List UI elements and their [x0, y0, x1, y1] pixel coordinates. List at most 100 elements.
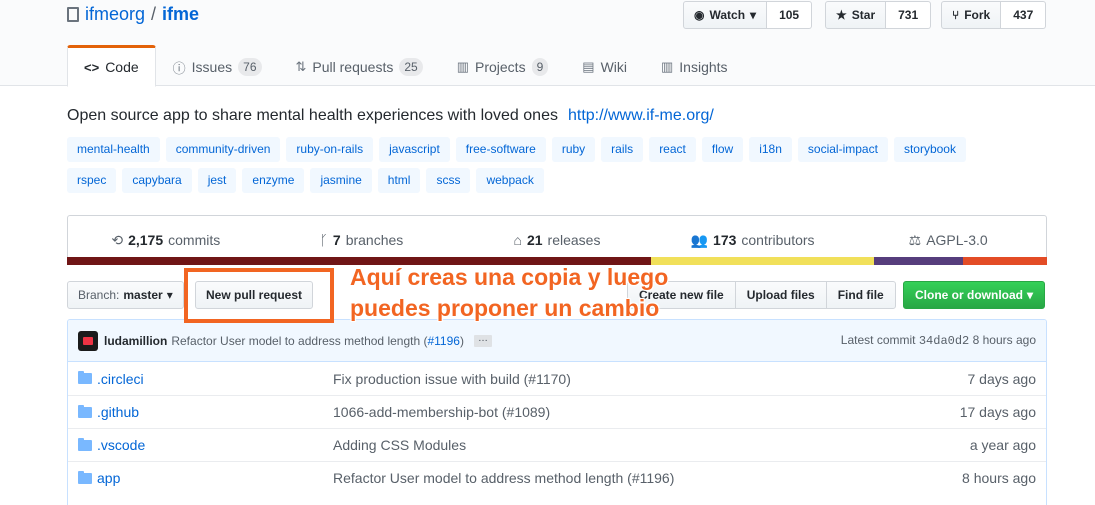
tab-issues[interactable]: ⓘ Issues 76	[156, 45, 279, 87]
commits-count: 2,175	[128, 232, 164, 248]
topic-tag[interactable]: free-software	[455, 137, 546, 162]
book-icon: ▤	[582, 59, 595, 74]
eye-icon: ◉	[694, 8, 705, 22]
language-segment[interactable]	[962, 257, 1047, 265]
fork-count[interactable]: 437	[1001, 1, 1047, 29]
caret-down-icon: ▾	[750, 8, 757, 22]
topic-tag[interactable]: rspec	[67, 168, 117, 193]
repo-icon	[67, 7, 79, 22]
graph-icon: ▥	[661, 59, 674, 74]
expand-commit-button[interactable]: …	[473, 333, 492, 347]
file-commit-message[interactable]: 1066-add-membership-bot (#1089)	[333, 404, 550, 420]
repo-owner-link[interactable]: ifmeorg	[85, 4, 145, 25]
annotation-line-2: puedes proponer un cambio	[350, 295, 660, 321]
avatar[interactable]	[78, 330, 98, 351]
repo-nav-tabs: <> Code ⓘ Issues 76 ⇅ Pull requests 25 ▥ Proje…	[67, 45, 745, 87]
repo-name-link[interactable]: ifme	[162, 4, 199, 25]
annotation-callout: Aquí creas una copia y luego puedes prop…	[350, 262, 668, 324]
releases-count: 21	[526, 232, 543, 248]
file-commit-message[interactable]: Adding CSS Modules	[333, 437, 466, 453]
topic-tag[interactable]: i18n	[749, 137, 792, 162]
topic-tag[interactable]: rails	[601, 137, 644, 162]
branch-select[interactable]: Branch: master ▾	[67, 281, 184, 309]
file-commit-message[interactable]: Fix production issue with build (#1170)	[333, 371, 571, 387]
description-text: Open source app to share mental health e…	[67, 107, 558, 124]
file-name-link[interactable]: .circleci	[97, 371, 144, 387]
watch-count[interactable]: 105	[767, 1, 813, 29]
watch-button[interactable]: ◉ Watch ▾	[683, 1, 768, 29]
contributors-label: contributors	[741, 232, 815, 248]
table-row: .github 1066-add-membership-bot (#1089) 17…	[68, 395, 1046, 428]
tab-pull-requests-label: Pull requests	[312, 59, 394, 75]
project-icon: ▥	[456, 59, 469, 74]
latest-commit-row: ludamillion Refactor User model to addre…	[68, 320, 1046, 362]
homepage-link[interactable]: http://www.if-me.org/	[568, 107, 714, 124]
commit-sha[interactable]: 34da0d2	[919, 334, 969, 348]
language-segment[interactable]	[651, 257, 874, 265]
releases-label: releases	[547, 232, 601, 248]
topic-tag[interactable]: webpack	[476, 168, 544, 193]
topic-tag[interactable]: social-impact	[797, 137, 888, 162]
branch-value: master	[123, 288, 163, 302]
tab-code[interactable]: <> Code	[67, 45, 156, 87]
topic-tag[interactable]: community-driven	[165, 137, 281, 162]
commits-label: commits	[168, 232, 221, 248]
file-list: .circleci Fix production issue with build…	[68, 362, 1046, 494]
topic-tag[interactable]: jasmine	[310, 168, 372, 193]
contributors-count: 173	[713, 232, 737, 248]
topic-tag[interactable]: capybara	[122, 168, 192, 193]
folder-icon	[78, 471, 92, 484]
table-row: app Refactor User model to address method…	[68, 461, 1046, 494]
tab-wiki[interactable]: ▤ Wiki	[565, 45, 644, 87]
fork-icon: ⑂	[952, 8, 960, 22]
topic-tag[interactable]: html	[377, 168, 421, 193]
file-age: 17 days ago	[959, 404, 1036, 420]
topic-tag[interactable]: react	[649, 137, 696, 162]
topic-tag[interactable]: ruby	[551, 137, 596, 162]
tab-insights[interactable]: ▥ Insights	[644, 45, 745, 87]
repo-description: Open source app to share mental health e…	[67, 107, 714, 125]
commit-pr-link[interactable]: #1196	[427, 334, 459, 348]
tab-pull-requests[interactable]: ⇅ Pull requests 25	[279, 45, 440, 87]
topic-tag[interactable]: storybook	[893, 137, 966, 162]
caret-down-icon: ▾	[166, 288, 173, 302]
tab-projects[interactable]: ▥ Projects 9	[440, 45, 566, 87]
topic-tag[interactable]: jest	[197, 168, 237, 193]
commit-message-text[interactable]: Refactor User model to address method le…	[171, 334, 427, 348]
topic-tag[interactable]: flow	[701, 137, 744, 162]
fork-button[interactable]: ⑂ Fork	[941, 1, 1002, 29]
folder-icon	[78, 438, 92, 451]
projects-counter: 9	[531, 58, 549, 76]
repo-title: ifmeorg / ifme	[67, 4, 199, 25]
topic-list-row-2: rspec capybara jest enzyme jasmine html scss we…	[67, 168, 1057, 193]
file-commit-message[interactable]: Refactor User model to address method le…	[333, 470, 674, 486]
topic-tag[interactable]: mental-health	[67, 137, 160, 162]
file-name-link[interactable]: .vscode	[97, 437, 145, 453]
topic-tag[interactable]: scss	[426, 168, 471, 193]
repo-separator: /	[151, 4, 157, 24]
file-name-link[interactable]: .github	[97, 404, 139, 420]
tag-icon: ⌂	[513, 232, 522, 248]
star-button[interactable]: ★ Star	[825, 1, 887, 29]
star-label: Star	[851, 8, 876, 22]
clone-or-download-button[interactable]: Clone or download ▾	[903, 281, 1046, 309]
upload-files-button[interactable]: Upload files	[734, 281, 827, 309]
file-name-link[interactable]: app	[97, 470, 120, 486]
commit-age: 8 hours ago	[972, 333, 1036, 347]
commit-message-close: )	[459, 333, 464, 348]
watch-group: ◉ Watch ▾ 105	[683, 1, 813, 29]
commit-author[interactable]: ludamillion	[104, 334, 167, 348]
law-icon: ⚖	[908, 231, 922, 248]
commit-message: Refactor User model to address method le…	[171, 334, 464, 348]
pull-requests-counter: 25	[399, 58, 423, 76]
find-file-button[interactable]: Find file	[825, 281, 896, 309]
star-count[interactable]: 731	[886, 1, 932, 29]
topic-tag[interactable]: enzyme	[242, 168, 305, 193]
language-segment[interactable]	[873, 257, 963, 265]
latest-commit-label: Latest commit	[840, 333, 916, 347]
star-group: ★ Star 731	[825, 1, 932, 29]
file-table: ludamillion Refactor User model to addre…	[67, 319, 1047, 505]
topic-tag[interactable]: javascript	[379, 137, 450, 162]
topic-tag[interactable]: ruby-on-rails	[286, 137, 374, 162]
fork-group: ⑂ Fork 437	[941, 1, 1047, 29]
